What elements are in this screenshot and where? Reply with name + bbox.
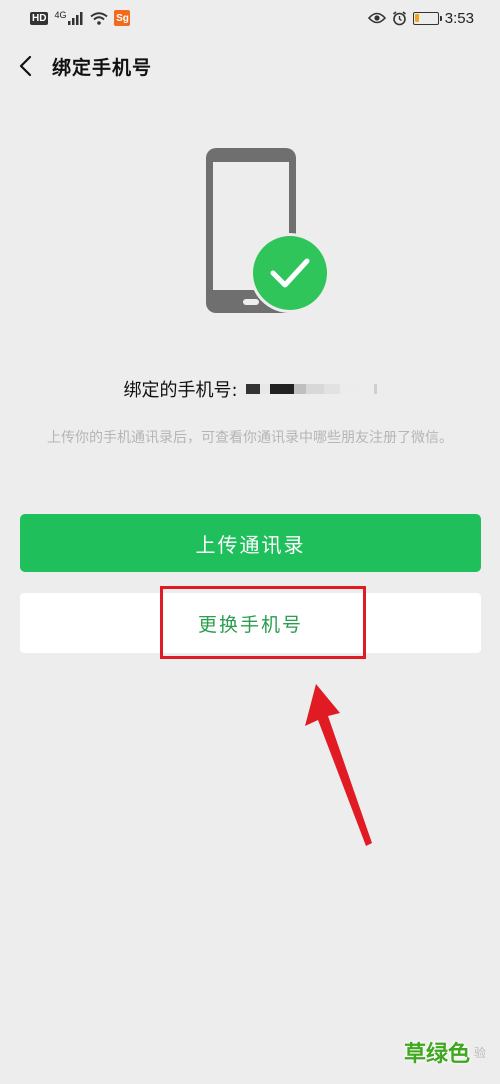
back-button[interactable]	[0, 40, 50, 92]
status-bar: HD 4G Sg 3:53	[0, 0, 500, 36]
alarm-icon	[392, 10, 406, 25]
bound-phone-row: 绑定的手机号:	[0, 376, 500, 402]
eye-icon	[367, 12, 386, 24]
upload-description: 上传你的手机通讯录后，可查看你通讯录中哪些朋友注册了微信。	[47, 430, 453, 446]
upload-contacts-button[interactable]: 上传通讯录	[20, 514, 481, 572]
network-type: 4G	[54, 10, 67, 20]
chevron-left-icon	[19, 55, 32, 77]
wifi-icon	[90, 11, 109, 25]
battery-icon	[412, 11, 442, 25]
change-phone-button[interactable]: 更换手机号	[20, 593, 481, 653]
nav-bar: 绑定手机号	[0, 40, 500, 92]
watermark: 草绿色 验	[404, 1036, 486, 1068]
page-title: 绑定手机号	[52, 56, 153, 79]
check-icon	[250, 233, 330, 313]
bound-phone-label: 绑定的手机号:	[123, 380, 238, 401]
watermark-sub: 验	[473, 1045, 486, 1060]
clock-time: 3:53	[444, 9, 474, 27]
watermark-text: 草绿色	[403, 1042, 470, 1067]
app-notification-icon: Sg	[114, 10, 131, 26]
status-right: 3:53	[367, 9, 474, 27]
masked-phone-number	[245, 382, 377, 396]
status-left: HD 4G Sg	[30, 10, 131, 26]
hd-badge: HD	[30, 11, 49, 25]
bound-phone-illustration	[206, 148, 330, 313]
battery-level	[415, 14, 420, 22]
signal-icon	[68, 11, 83, 25]
annotation-arrow-icon	[305, 684, 372, 846]
